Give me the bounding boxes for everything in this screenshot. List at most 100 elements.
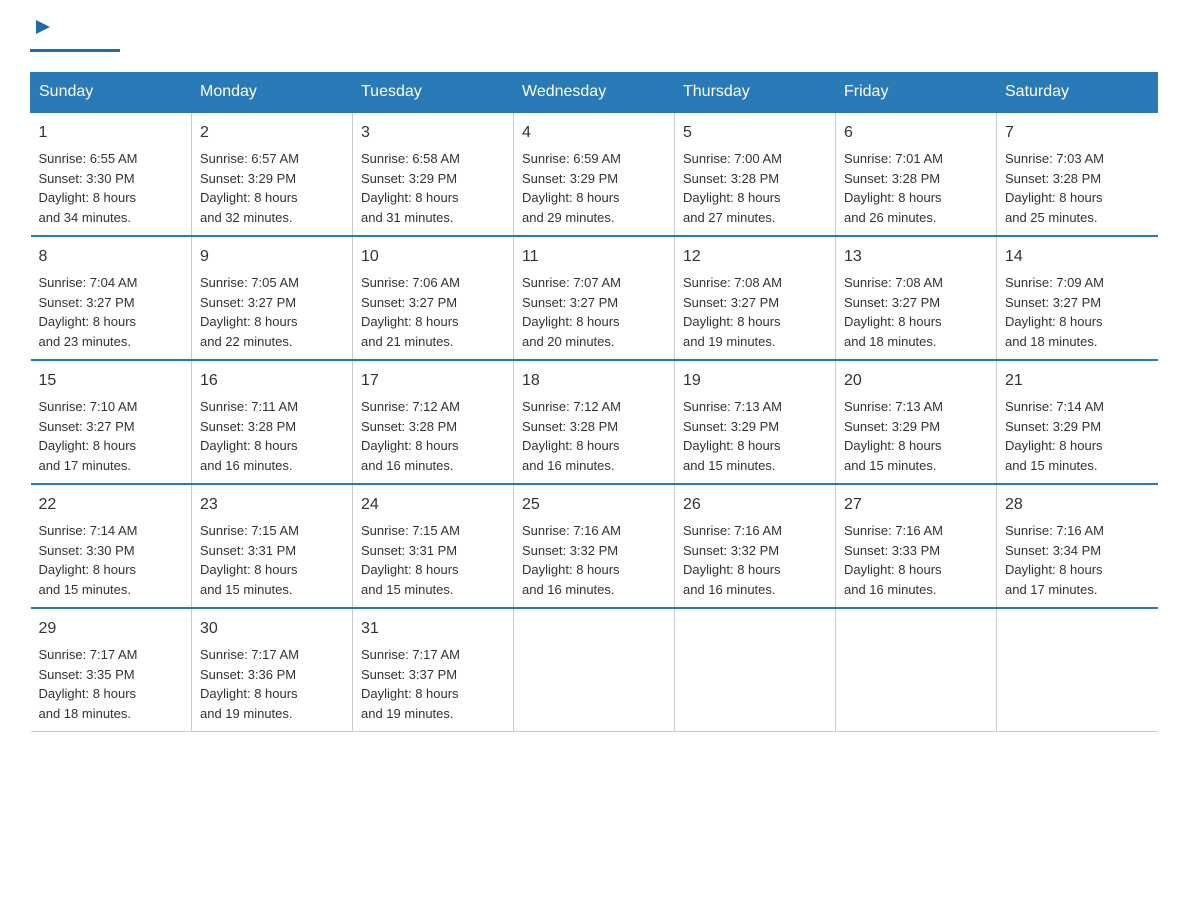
day-info: Sunrise: 7:08 AMSunset: 3:27 PMDaylight:… [683,273,827,351]
calendar-cell: 2 Sunrise: 6:57 AMSunset: 3:29 PMDaylight… [192,112,353,236]
weekday-header-row: SundayMondayTuesdayWednesdayThursdayFrid… [31,73,1158,113]
calendar-cell: 10 Sunrise: 7:06 AMSunset: 3:27 PMDayligh… [353,236,514,360]
day-number: 12 [683,245,827,269]
day-number: 26 [683,493,827,517]
weekday-header-tuesday: Tuesday [353,73,514,113]
calendar-cell: 16Sunrise: 7:11 AMSunset: 3:28 PMDayligh… [192,360,353,484]
calendar-cell: 15Sunrise: 7:10 AMSunset: 3:27 PMDayligh… [31,360,192,484]
day-number: 7 [1005,121,1150,145]
calendar-cell: 1Sunrise: 6:55 AMSunset: 3:30 PMDaylight… [31,112,192,236]
day-info: Sunrise: 6:57 AMSunset: 3:29 PMDaylight:… [200,149,344,227]
day-number: 21 [1005,369,1150,393]
day-number: 18 [522,369,666,393]
weekday-header-saturday: Saturday [997,73,1158,113]
calendar-cell: 22Sunrise: 7:14 AMSunset: 3:30 PMDayligh… [31,484,192,608]
calendar-cell: 19 Sunrise: 7:13 AMSunset: 3:29 PMDayligh… [675,360,836,484]
day-info: Sunrise: 7:08 AMSunset: 3:27 PMDaylight:… [844,273,988,351]
calendar-cell: 3 Sunrise: 6:58 AMSunset: 3:29 PMDaylight… [353,112,514,236]
day-info: Sunrise: 7:13 AMSunset: 3:29 PMDaylight:… [683,397,827,475]
calendar-cell: 25 Sunrise: 7:16 AMSunset: 3:32 PMDayligh… [514,484,675,608]
page-header [30,20,1158,52]
day-info: Sunrise: 7:00 AMSunset: 3:28 PMDaylight:… [683,149,827,227]
logo [30,20,120,52]
day-number: 10 [361,245,505,269]
calendar-cell: 6 Sunrise: 7:01 AMSunset: 3:28 PMDaylight… [836,112,997,236]
day-info: Sunrise: 6:58 AMSunset: 3:29 PMDaylight:… [361,149,505,227]
day-info: Sunrise: 7:10 AMSunset: 3:27 PMDaylight:… [39,397,184,475]
day-info: Sunrise: 6:59 AMSunset: 3:29 PMDaylight:… [522,149,666,227]
calendar-cell: 11 Sunrise: 7:07 AMSunset: 3:27 PMDayligh… [514,236,675,360]
calendar-cell: 12 Sunrise: 7:08 AMSunset: 3:27 PMDayligh… [675,236,836,360]
day-info: Sunrise: 6:55 AMSunset: 3:30 PMDaylight:… [39,149,184,227]
calendar-cell: 30Sunrise: 7:17 AMSunset: 3:36 PMDayligh… [192,608,353,732]
calendar-cell: 27 Sunrise: 7:16 AMSunset: 3:33 PMDayligh… [836,484,997,608]
calendar-cell: 4 Sunrise: 6:59 AMSunset: 3:29 PMDaylight… [514,112,675,236]
day-info: Sunrise: 7:14 AMSunset: 3:29 PMDaylight:… [1005,397,1150,475]
day-info: Sunrise: 7:16 AMSunset: 3:34 PMDaylight:… [1005,521,1150,599]
weekday-header-wednesday: Wednesday [514,73,675,113]
weekday-header-thursday: Thursday [675,73,836,113]
day-info: Sunrise: 7:16 AMSunset: 3:32 PMDaylight:… [683,521,827,599]
day-number: 28 [1005,493,1150,517]
day-number: 11 [522,245,666,269]
weekday-header-friday: Friday [836,73,997,113]
day-number: 2 [200,121,344,145]
day-number: 25 [522,493,666,517]
week-row-3: 15Sunrise: 7:10 AMSunset: 3:27 PMDayligh… [31,360,1158,484]
day-number: 20 [844,369,988,393]
day-info: Sunrise: 7:16 AMSunset: 3:32 PMDaylight:… [522,521,666,599]
day-number: 9 [200,245,344,269]
day-info: Sunrise: 7:09 AMSunset: 3:27 PMDaylight:… [1005,273,1150,351]
calendar-cell: 18 Sunrise: 7:12 AMSunset: 3:28 PMDayligh… [514,360,675,484]
calendar-cell [675,608,836,732]
logo-underline [30,49,120,52]
day-number: 14 [1005,245,1150,269]
day-number: 24 [361,493,505,517]
calendar-cell: 28 Sunrise: 7:16 AMSunset: 3:34 PMDayligh… [997,484,1158,608]
day-info: Sunrise: 7:01 AMSunset: 3:28 PMDaylight:… [844,149,988,227]
calendar-cell: 26 Sunrise: 7:16 AMSunset: 3:32 PMDayligh… [675,484,836,608]
calendar-cell: 7 Sunrise: 7:03 AMSunset: 3:28 PMDaylight… [997,112,1158,236]
calendar-cell: 13 Sunrise: 7:08 AMSunset: 3:27 PMDayligh… [836,236,997,360]
day-info: Sunrise: 7:15 AMSunset: 3:31 PMDaylight:… [361,521,505,599]
calendar-cell: 29 Sunrise: 7:17 AMSunset: 3:35 PMDayligh… [31,608,192,732]
calendar-cell: 5 Sunrise: 7:00 AMSunset: 3:28 PMDaylight… [675,112,836,236]
week-row-4: 22Sunrise: 7:14 AMSunset: 3:30 PMDayligh… [31,484,1158,608]
day-info: Sunrise: 7:12 AMSunset: 3:28 PMDaylight:… [522,397,666,475]
calendar-cell [997,608,1158,732]
day-number: 19 [683,369,827,393]
calendar-cell: 21 Sunrise: 7:14 AMSunset: 3:29 PMDayligh… [997,360,1158,484]
day-number: 30 [200,617,344,641]
day-number: 5 [683,121,827,145]
day-number: 13 [844,245,988,269]
week-row-5: 29 Sunrise: 7:17 AMSunset: 3:35 PMDayligh… [31,608,1158,732]
day-info: Sunrise: 7:16 AMSunset: 3:33 PMDaylight:… [844,521,988,599]
day-info: Sunrise: 7:04 AMSunset: 3:27 PMDaylight:… [39,273,184,351]
day-number: 3 [361,121,505,145]
day-info: Sunrise: 7:12 AMSunset: 3:28 PMDaylight:… [361,397,505,475]
calendar-cell [514,608,675,732]
day-number: 4 [522,121,666,145]
day-info: Sunrise: 7:03 AMSunset: 3:28 PMDaylight:… [1005,149,1150,227]
day-info: Sunrise: 7:07 AMSunset: 3:27 PMDaylight:… [522,273,666,351]
calendar-table: SundayMondayTuesdayWednesdayThursdayFrid… [30,72,1158,732]
calendar-cell [836,608,997,732]
day-number: 6 [844,121,988,145]
day-info: Sunrise: 7:05 AMSunset: 3:27 PMDaylight:… [200,273,344,351]
day-info: Sunrise: 7:06 AMSunset: 3:27 PMDaylight:… [361,273,505,351]
weekday-header-monday: Monday [192,73,353,113]
day-number: 29 [39,617,184,641]
week-row-1: 1Sunrise: 6:55 AMSunset: 3:30 PMDaylight… [31,112,1158,236]
weekday-header-sunday: Sunday [31,73,192,113]
day-info: Sunrise: 7:17 AMSunset: 3:35 PMDaylight:… [39,645,184,723]
week-row-2: 8Sunrise: 7:04 AMSunset: 3:27 PMDaylight… [31,236,1158,360]
day-number: 27 [844,493,988,517]
calendar-cell: 9 Sunrise: 7:05 AMSunset: 3:27 PMDaylight… [192,236,353,360]
calendar-cell: 20Sunrise: 7:13 AMSunset: 3:29 PMDayligh… [836,360,997,484]
day-number: 22 [39,493,184,517]
calendar-cell: 23Sunrise: 7:15 AMSunset: 3:31 PMDayligh… [192,484,353,608]
calendar-cell: 24 Sunrise: 7:15 AMSunset: 3:31 PMDayligh… [353,484,514,608]
calendar-cell: 31Sunrise: 7:17 AMSunset: 3:37 PMDayligh… [353,608,514,732]
calendar-cell: 8Sunrise: 7:04 AMSunset: 3:27 PMDaylight… [31,236,192,360]
day-number: 31 [361,617,505,641]
